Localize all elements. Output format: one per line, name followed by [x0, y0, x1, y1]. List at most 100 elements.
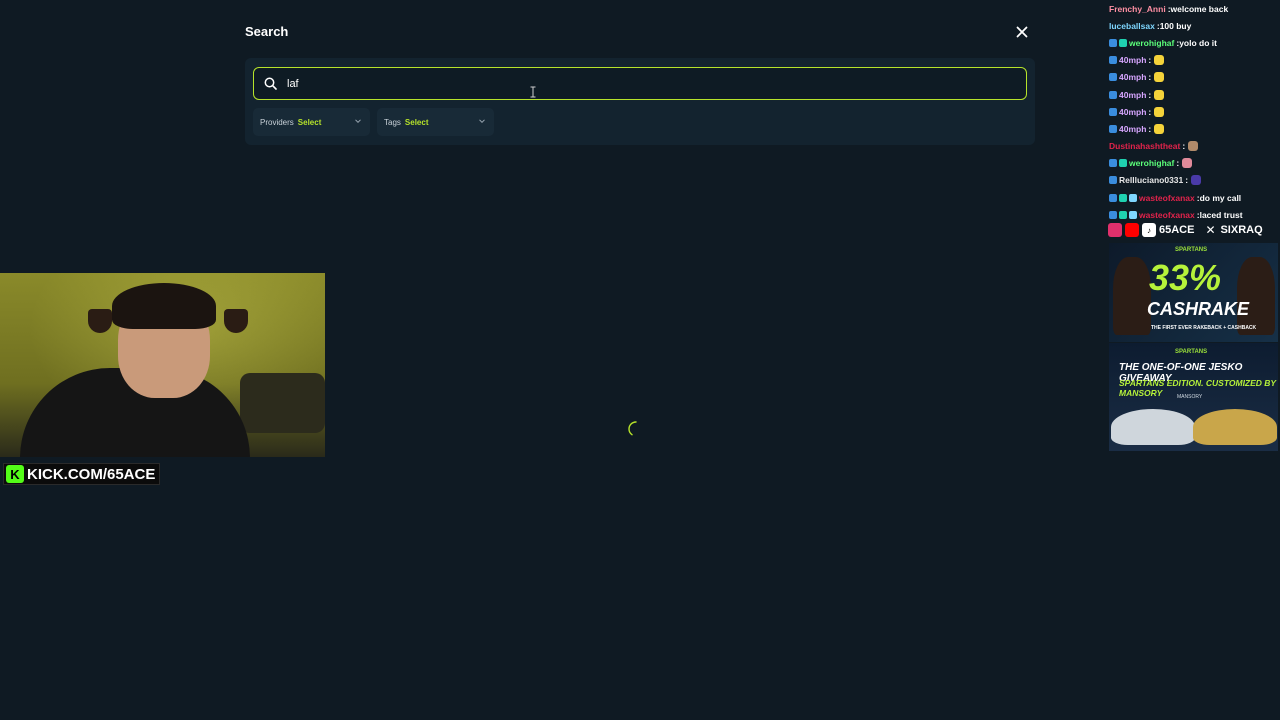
chat-separator: : — [1182, 141, 1186, 152]
chat-message: luceballsax: 100 buy — [1107, 17, 1280, 34]
chat-badge-icon — [1109, 193, 1117, 202]
chat-badge-icon — [1129, 193, 1137, 202]
webcam-feed — [0, 273, 325, 457]
chat-emote-icon — [1154, 55, 1165, 66]
ad-person — [1237, 257, 1275, 335]
search-panel: Providers Select Tags Select — [245, 58, 1035, 145]
chat-separator: : — [1176, 158, 1180, 169]
loading-spinner-icon — [628, 421, 637, 436]
chat-text: yolo do it — [1179, 37, 1217, 48]
chat-message: werohighaf: yolo do it — [1107, 34, 1280, 51]
chat-badge-icon — [1109, 176, 1117, 185]
ad-subtext: THE FIRST EVER RAKEBACK + CASHBACK — [1151, 325, 1257, 331]
chat-username: Dustinahashtheat — [1109, 141, 1181, 152]
chat-emote-icon — [1154, 72, 1165, 83]
chat-text: 100 buy — [1159, 20, 1192, 31]
youtube-icon — [1125, 223, 1139, 237]
chat-text: welcome back — [1170, 3, 1229, 14]
chat-badge-icon — [1109, 73, 1117, 82]
channel-tag: K KICK.COM/65ACE — [3, 463, 161, 485]
chat-username: Rellluciano0331 — [1119, 175, 1184, 186]
chat-username: wasteofxanax — [1139, 192, 1195, 203]
chat-badge-icon — [1109, 159, 1117, 168]
wall-emblem — [224, 309, 248, 333]
kick-logo-icon: K — [6, 465, 24, 483]
providers-filter-dropdown[interactable]: Providers Select — [253, 108, 370, 136]
chat-emote-icon — [1182, 158, 1193, 169]
search-modal-title: Search — [245, 24, 289, 39]
chat-username: werohighaf — [1129, 37, 1175, 48]
chat-message: Dustinahashtheat: — [1107, 138, 1280, 155]
chat-message: 40mph: — [1107, 103, 1280, 120]
chat-separator: : — [1148, 123, 1152, 134]
providers-filter-label: Providers — [260, 117, 294, 127]
search-field[interactable] — [253, 67, 1027, 100]
close-icon — [1016, 26, 1028, 38]
chat-username: 40mph — [1119, 55, 1147, 66]
chevron-down-icon — [355, 119, 361, 124]
chat-badge-icon — [1109, 210, 1117, 219]
ad-person — [1113, 257, 1151, 335]
close-button[interactable] — [1012, 22, 1032, 42]
chat-badge-icon — [1109, 90, 1117, 99]
ad-brand: SPARTANS — [1175, 247, 1208, 253]
chat-separator: : — [1185, 175, 1189, 186]
chat-overlay: Frenchy_Anni: welcome back luceballsax: 1… — [1107, 0, 1280, 223]
chat-emote-icon — [1191, 175, 1202, 186]
search-input[interactable] — [287, 77, 987, 90]
chat-message: 40mph: — [1107, 120, 1280, 137]
chat-message: 40mph: — [1107, 52, 1280, 69]
chat-username: wasteofxanax — [1139, 209, 1195, 220]
chat-emote-icon — [1154, 106, 1165, 117]
chat-message: wasteofxanax: do my call — [1107, 189, 1280, 206]
channel-tag-text: KICK.COM/65ACE — [27, 465, 156, 483]
chat-text: laced trust — [1199, 209, 1243, 220]
chat-separator: : — [1148, 106, 1152, 117]
chat-badge-icon — [1119, 159, 1127, 168]
chat-badge-icon — [1109, 38, 1117, 47]
tags-filter-dropdown[interactable]: Tags Select — [377, 108, 494, 136]
ad-main-text: CASHRAKE — [1147, 299, 1250, 319]
chat-message: Rellluciano0331: — [1107, 172, 1280, 189]
jesko-giveaway-ad-banner: SPARTANS THE ONE-OF-ONE JESKO GIVEAWAY S… — [1109, 343, 1278, 451]
chat-separator: : — [1148, 89, 1152, 100]
car-image — [1193, 409, 1277, 445]
chat-message: 40mph: — [1107, 86, 1280, 103]
chat-username: 40mph — [1119, 106, 1147, 117]
search-icon — [263, 77, 277, 91]
social-handle: 65ACE — [1159, 224, 1195, 236]
chat-badge-icon — [1109, 124, 1117, 133]
social-handle: SIXRAQ — [1220, 224, 1263, 236]
chat-badge-icon — [1119, 193, 1127, 202]
instagram-icon — [1108, 223, 1122, 237]
tiktok-icon: ♪ — [1142, 223, 1156, 237]
chevron-down-icon — [479, 119, 485, 124]
chat-text: do my call — [1199, 192, 1242, 203]
chat-badge-icon — [1119, 38, 1127, 47]
chat-username: werohighaf — [1129, 158, 1175, 169]
chat-badge-icon — [1129, 210, 1137, 219]
wall-emblem — [88, 309, 112, 333]
chat-emote-icon — [1188, 141, 1199, 152]
car-image — [1111, 409, 1195, 445]
tags-filter-value: Select — [404, 117, 429, 127]
cashrake-ad-banner: SPARTANS 33% CASHRAKE THE FIRST EVER RAK… — [1109, 243, 1278, 342]
ad-maker: MANSORY — [1177, 394, 1203, 400]
chat-badge-icon — [1109, 56, 1117, 65]
ad-brand: SPARTANS — [1175, 349, 1208, 355]
providers-filter-value: Select — [297, 117, 322, 127]
chat-username: 40mph — [1119, 123, 1147, 134]
chat-message: 40mph: — [1107, 69, 1280, 86]
chat-message: werohighaf: — [1107, 155, 1280, 172]
chat-username: 40mph — [1119, 72, 1147, 83]
chat-emote-icon — [1154, 123, 1165, 134]
chat-username: Frenchy_Anni — [1109, 3, 1166, 14]
chat-badge-icon — [1109, 107, 1117, 116]
chat-username: 40mph — [1119, 89, 1147, 100]
tags-filter-label: Tags — [384, 117, 401, 127]
chat-username: luceballsax — [1109, 20, 1155, 31]
x-logo-icon: ✕ — [1205, 223, 1216, 237]
chat-emote-icon — [1154, 89, 1165, 100]
socials-banner: ♪ 65ACE ✕ SIXRAQ — [1108, 221, 1276, 239]
chat-badge-icon — [1119, 210, 1127, 219]
